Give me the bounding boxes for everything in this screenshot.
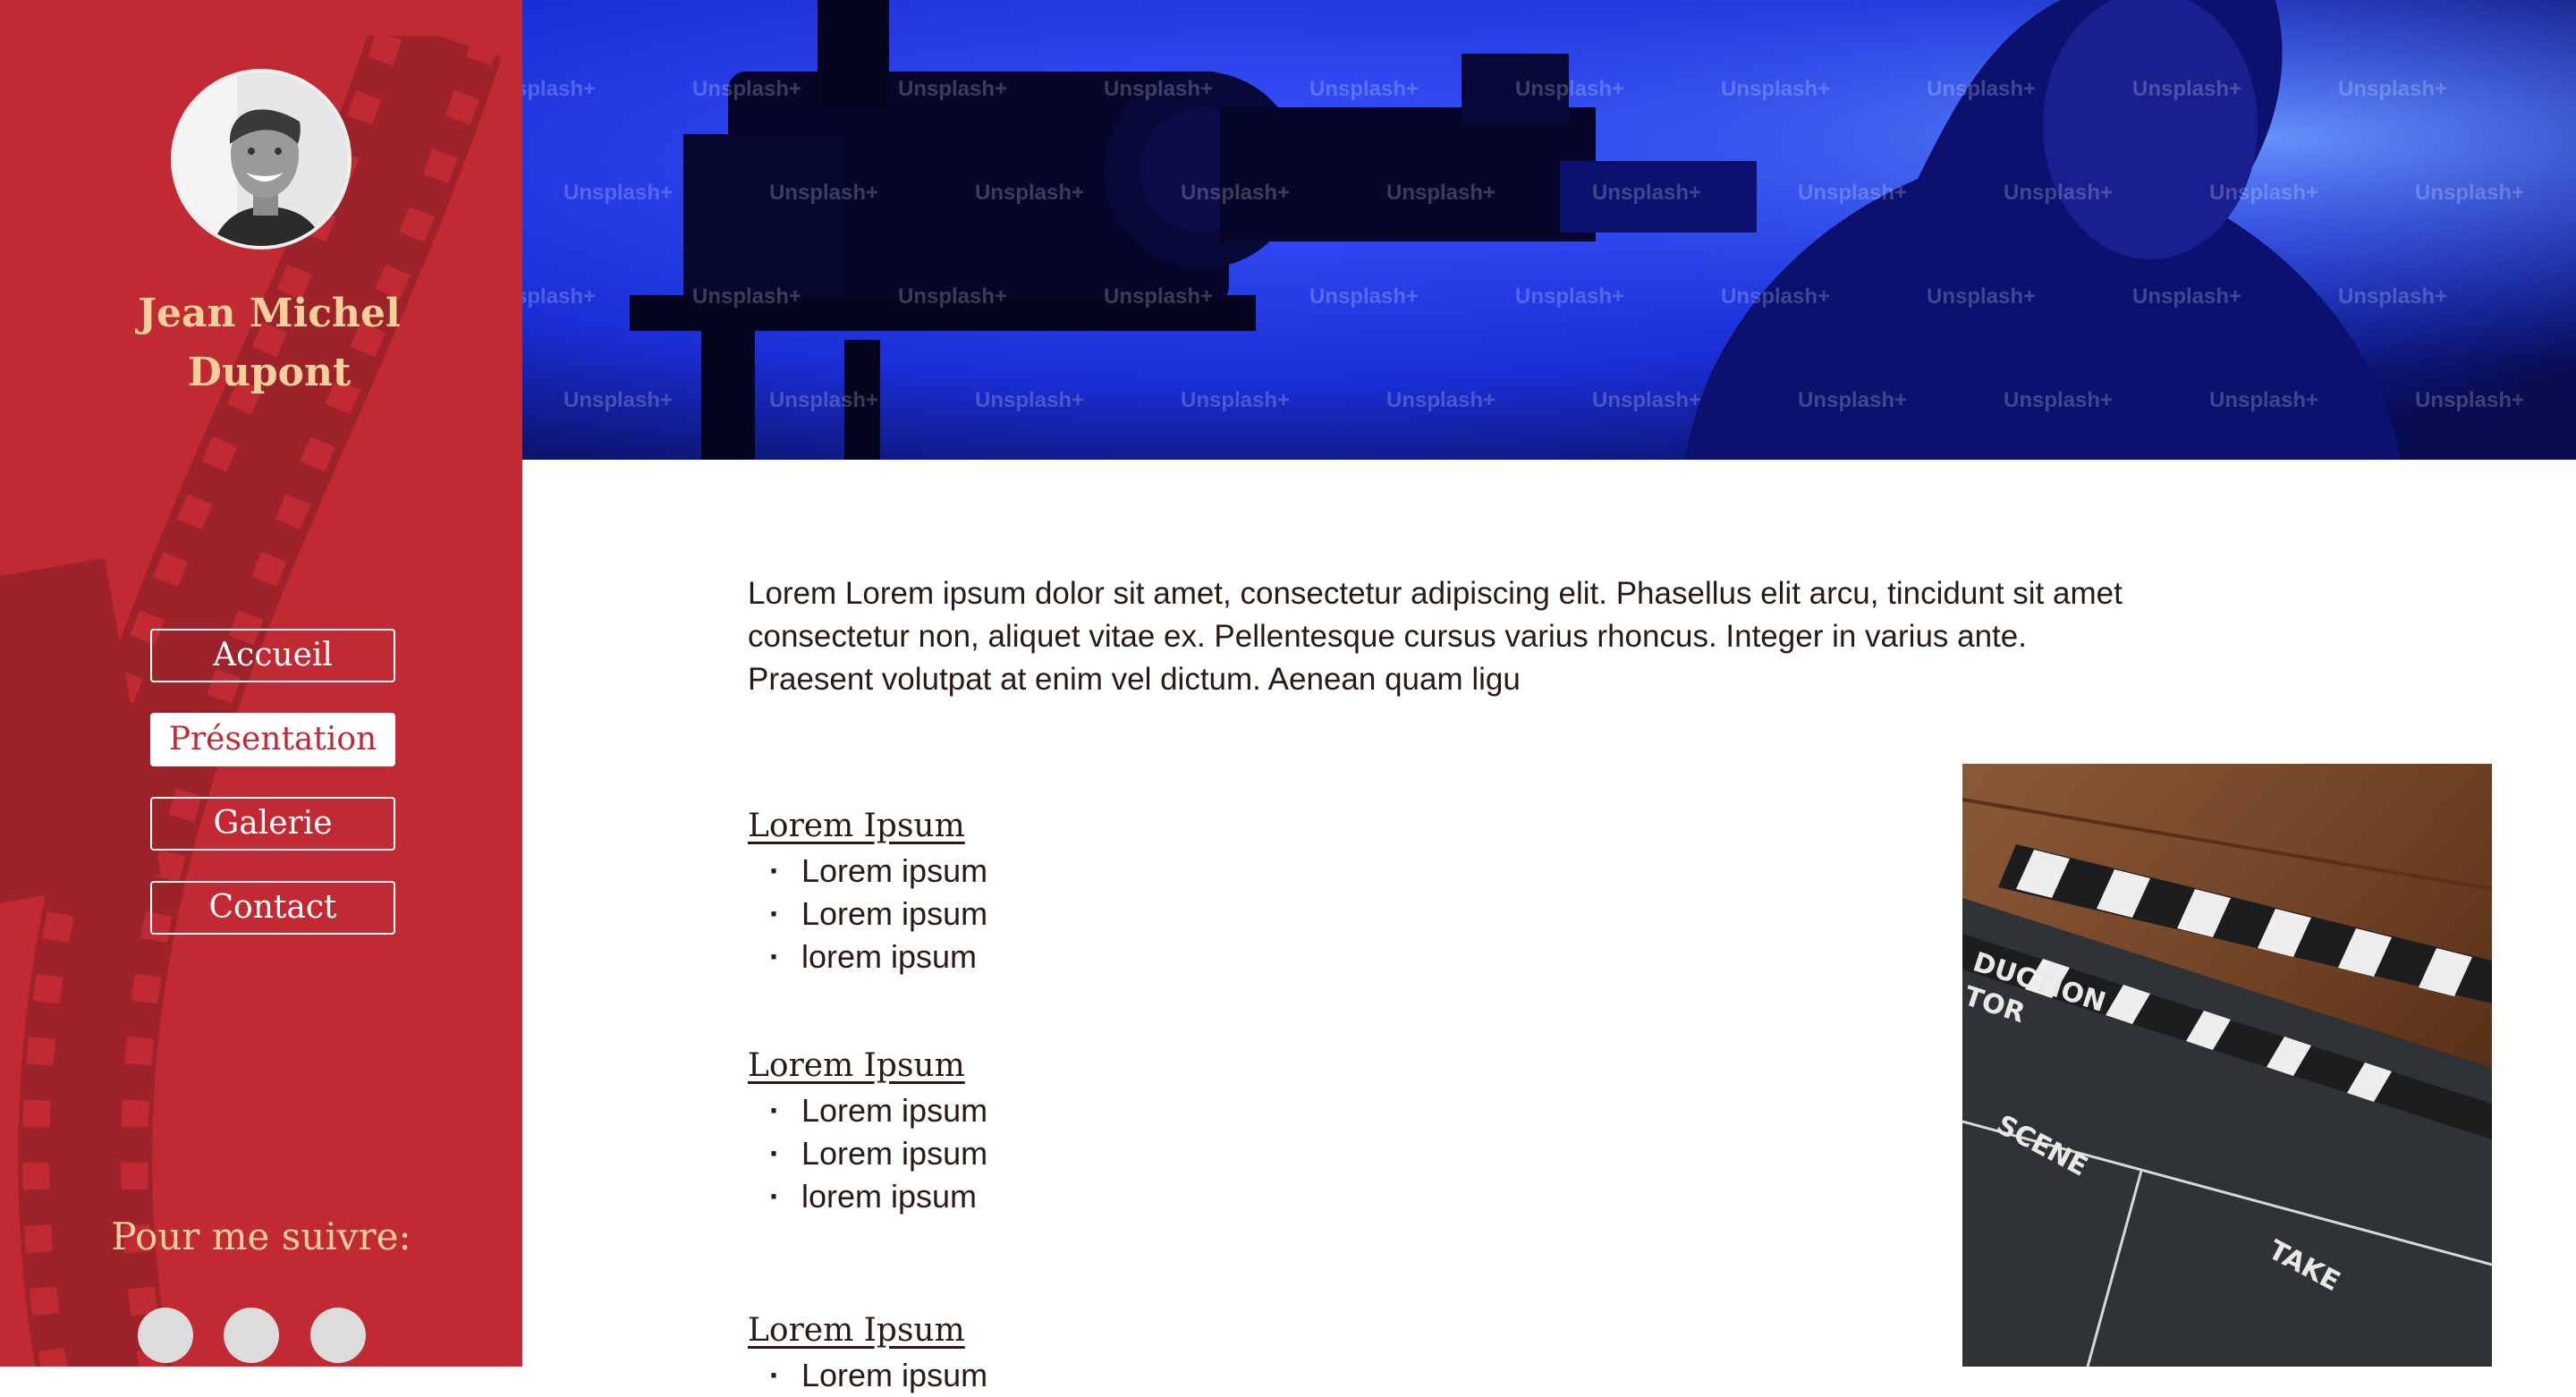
nav-galerie[interactable]: Galerie [150,797,395,851]
main-nav: Accueil Présentation Galerie Contact [150,629,395,965]
list-item: Lorem ipsum [748,1132,987,1175]
watermark-row-3: Unsplash+Unsplash+Unsplash+Unsplash+Unsp… [522,284,2448,309]
list-item: Lorem ipsum [748,850,987,893]
nav-presentation[interactable]: Présentation [150,713,395,766]
watermark-row-1: Unsplash+Unsplash+Unsplash+Unsplash+Unsp… [522,77,2448,101]
section-title: Lorem Ipsum [748,1312,965,1349]
watermark-row-4: Unsplash+ Unsplash+ Unsplash+ Unsplash+ Unsp… [564,388,2525,412]
section-2: Lorem Ipsum Lorem ipsum Lorem ipsum lore… [748,1043,987,1218]
list-item: lorem ipsum [748,936,987,978]
section-list: Lorem ipsum Lorem ipsum lorem ipsum [748,1089,987,1218]
nav-accueil[interactable]: Accueil [150,629,395,682]
social-icon-3[interactable] [309,1308,366,1363]
section-3: Lorem Ipsum Lorem ipsum [748,1308,987,1397]
follow-label: Pour me suivre: [111,1215,411,1258]
profile-first-name: Jean Michel [138,291,401,336]
clapperboard-image: DUCTION TOR SCENE TAKE [1962,764,2492,1367]
list-item: Lorem ipsum [748,893,987,936]
social-icon-1[interactable] [138,1308,193,1363]
section-list: Lorem ipsum Lorem ipsum lorem ipsum [748,850,987,978]
avatar [171,69,352,250]
section-title: Lorem Ipsum [748,808,965,844]
list-item: lorem ipsum [748,1175,987,1218]
main-content: Lorem Lorem ipsum dolor sit amet, consec… [748,572,2125,701]
profile-last-name: Dupont [187,350,352,395]
section-1: Lorem Ipsum Lorem ipsum Lorem ipsum lore… [748,803,987,978]
section-list: Lorem ipsum [748,1354,987,1397]
social-icon-2[interactable] [224,1308,280,1363]
section-title: Lorem Ipsum [748,1047,965,1084]
list-item: Lorem ipsum [748,1089,987,1132]
nav-contact[interactable]: Contact [150,881,395,935]
hero-banner: Unsplash+Unsplash+Unsplash+Unsplash+Unsp… [522,0,2576,460]
sidebar: Jean Michel Dupont Accueil Présentation … [0,0,522,1367]
watermark-row-2: Unsplash+ Unsplash+ Unsplash+ Unsplash+ Unsp… [564,181,2525,205]
list-item: Lorem ipsum [748,1354,987,1397]
social-links [138,1308,393,1367]
intro-paragraph: Lorem Lorem ipsum dolor sit amet, consec… [748,576,2123,697]
profile-name: Jean Michel Dupont [0,284,522,402]
